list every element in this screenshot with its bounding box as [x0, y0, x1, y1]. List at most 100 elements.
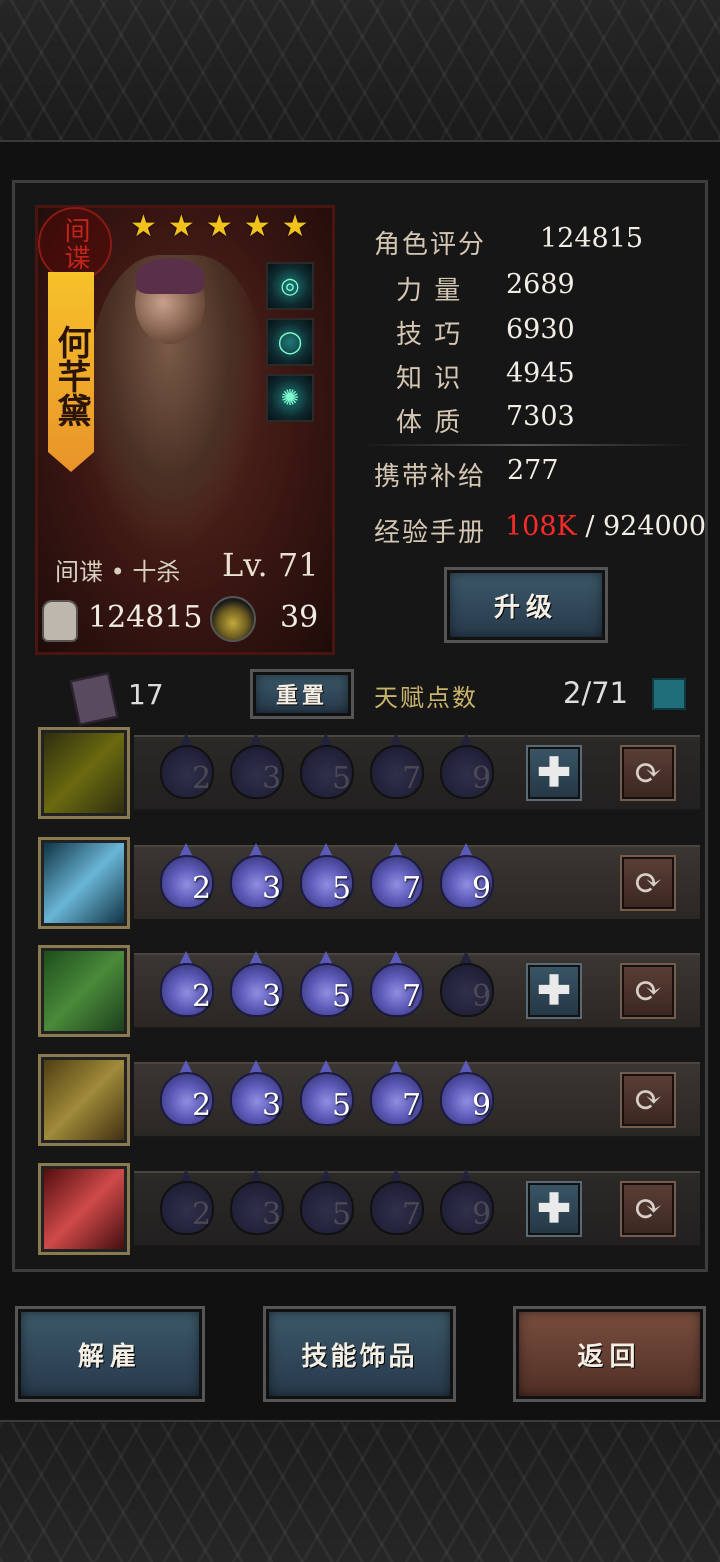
flame-level-number: 2: [192, 979, 212, 1014]
talent-gem-icon: [652, 678, 686, 710]
talent-points-count: 2/71: [563, 676, 629, 710]
hero-supply-count: 39: [280, 600, 319, 635]
crossed-blades-skill-icon[interactable]: [38, 727, 130, 819]
star-icon: ★: [130, 209, 157, 244]
exp-label: 经验手册: [374, 518, 487, 548]
skill-row: 2 3 5 7 9 ✚ ⟳: [38, 945, 702, 1041]
flame-level-icon: 9: [434, 951, 496, 1017]
flame-level-icon: 3: [224, 733, 286, 799]
supply-drop-icon: [210, 596, 256, 642]
flame-level-number: 9: [472, 979, 492, 1014]
flame-level-icon: 9: [434, 1060, 496, 1126]
bottom-decor-band: [0, 1420, 720, 1562]
constitution-label: 体 质: [396, 408, 463, 438]
flame-level-icon: 9: [434, 1169, 496, 1235]
skill-row: 2 3 5 7 9 ⟳: [38, 837, 702, 933]
flame-level-number: 9: [472, 871, 492, 906]
knowledge-label: 知 识: [396, 364, 463, 394]
trinket-ring-icon[interactable]: ◯: [266, 318, 314, 366]
flame-level-icon: 3: [224, 843, 286, 909]
level-up-button[interactable]: 升级: [444, 567, 608, 643]
flame-level-icon: 9: [434, 733, 496, 799]
flame-level-number: 5: [332, 979, 352, 1014]
dismiss-button[interactable]: 解雇: [15, 1306, 205, 1402]
flame-level-icon: 7: [364, 843, 426, 909]
flame-level-icon: 2: [154, 951, 216, 1017]
flame-level-icon: 7: [364, 733, 426, 799]
flame-level-icon: 7: [364, 1169, 426, 1235]
flame-level-icon: 2: [154, 843, 216, 909]
flame-level-icon: 3: [224, 951, 286, 1017]
skill-swap-button[interactable]: ⟳: [620, 1181, 676, 1237]
muscle-flex-skill-icon[interactable]: [38, 1054, 130, 1146]
flame-level-number: 3: [262, 979, 282, 1014]
supply-value: 277: [507, 455, 559, 486]
strength-value: 2689: [506, 269, 575, 300]
flame-level-number: 2: [192, 871, 212, 906]
star-icon: ★: [167, 209, 195, 244]
fist-icon: [42, 600, 78, 642]
flame-level-number: 5: [332, 1197, 352, 1232]
talent-points-label: 天赋点数: [374, 684, 478, 712]
skill-row: 2 3 5 7 9 ⟳: [38, 1054, 702, 1150]
supply-label: 携带补给: [374, 462, 487, 492]
strength-label: 力 量: [396, 276, 463, 306]
flame-level-number: 3: [262, 1088, 282, 1123]
flame-level-number: 2: [192, 761, 212, 796]
knowledge-value: 4945: [506, 358, 575, 389]
flame-level-icon: 3: [224, 1060, 286, 1126]
hero-hair: [136, 258, 204, 294]
skill-row: 2 3 5 7 9 ✚ ⟳: [38, 1163, 702, 1259]
stats-divider: [362, 444, 692, 446]
flame-level-icon: 5: [294, 951, 356, 1017]
trinket-necklace-icon[interactable]: ◎: [266, 262, 314, 310]
hero-power: 124815: [88, 600, 203, 635]
flame-level-number: 3: [262, 1197, 282, 1232]
top-decor-band: [0, 0, 720, 142]
exp-total: / 924000: [585, 511, 707, 542]
flame-level-number: 3: [262, 761, 282, 796]
flame-level-number: 5: [332, 1088, 352, 1123]
class-seal: 间谍: [38, 207, 112, 281]
rating-value: 124815: [540, 223, 644, 254]
flame-level-number: 7: [402, 761, 422, 796]
red-strike-skill-icon[interactable]: [38, 1163, 130, 1255]
hero-class-line: 间谍 • 十杀: [55, 558, 181, 586]
flame-level-icon: 2: [154, 733, 216, 799]
flame-level-icon: 7: [364, 951, 426, 1017]
skill-swap-button[interactable]: ⟳: [620, 745, 676, 801]
exp-value: 108K / 924000: [505, 511, 706, 542]
flame-level-number: 2: [192, 1088, 212, 1123]
skill-upgrade-plus-button[interactable]: ✚: [526, 745, 582, 801]
flame-level-icon: 9: [434, 843, 496, 909]
flame-level-number: 9: [472, 761, 492, 796]
star-icon: ★: [243, 209, 271, 244]
flame-level-icon: 5: [294, 1060, 356, 1126]
flame-level-icon: 5: [294, 1169, 356, 1235]
flame-level-number: 7: [402, 871, 422, 906]
skill-swap-button[interactable]: ⟳: [620, 1072, 676, 1128]
flame-level-icon: 5: [294, 843, 356, 909]
trinket-orb-icon[interactable]: ✺: [266, 374, 314, 422]
flame-level-icon: 5: [294, 733, 356, 799]
flame-level-number: 7: [402, 979, 422, 1014]
flame-level-icon: 2: [154, 1169, 216, 1235]
skill-upgrade-plus-button[interactable]: ✚: [526, 1181, 582, 1237]
skill-swap-button[interactable]: ⟳: [620, 963, 676, 1019]
back-button[interactable]: 返回: [513, 1306, 706, 1402]
skill-trinkets-button[interactable]: 技能饰品: [263, 1306, 456, 1402]
rating-label: 角色评分: [374, 230, 487, 260]
star-rating: ★ ★ ★ ★ ★: [130, 210, 309, 244]
skill-upgrade-plus-button[interactable]: ✚: [526, 963, 582, 1019]
flame-level-number: 3: [262, 871, 282, 906]
skill-book-count: 17: [128, 678, 164, 711]
skill-label: 技 巧: [396, 320, 463, 350]
star-icon: ★: [281, 209, 309, 244]
strength-lift-skill-icon[interactable]: [38, 945, 130, 1037]
light-slash-skill-icon[interactable]: [38, 837, 130, 929]
flame-level-number: 2: [192, 1197, 212, 1232]
skill-swap-button[interactable]: ⟳: [620, 855, 676, 911]
reset-button[interactable]: 重置: [250, 669, 354, 719]
flame-level-number: 7: [402, 1197, 422, 1232]
flame-level-number: 5: [332, 761, 352, 796]
